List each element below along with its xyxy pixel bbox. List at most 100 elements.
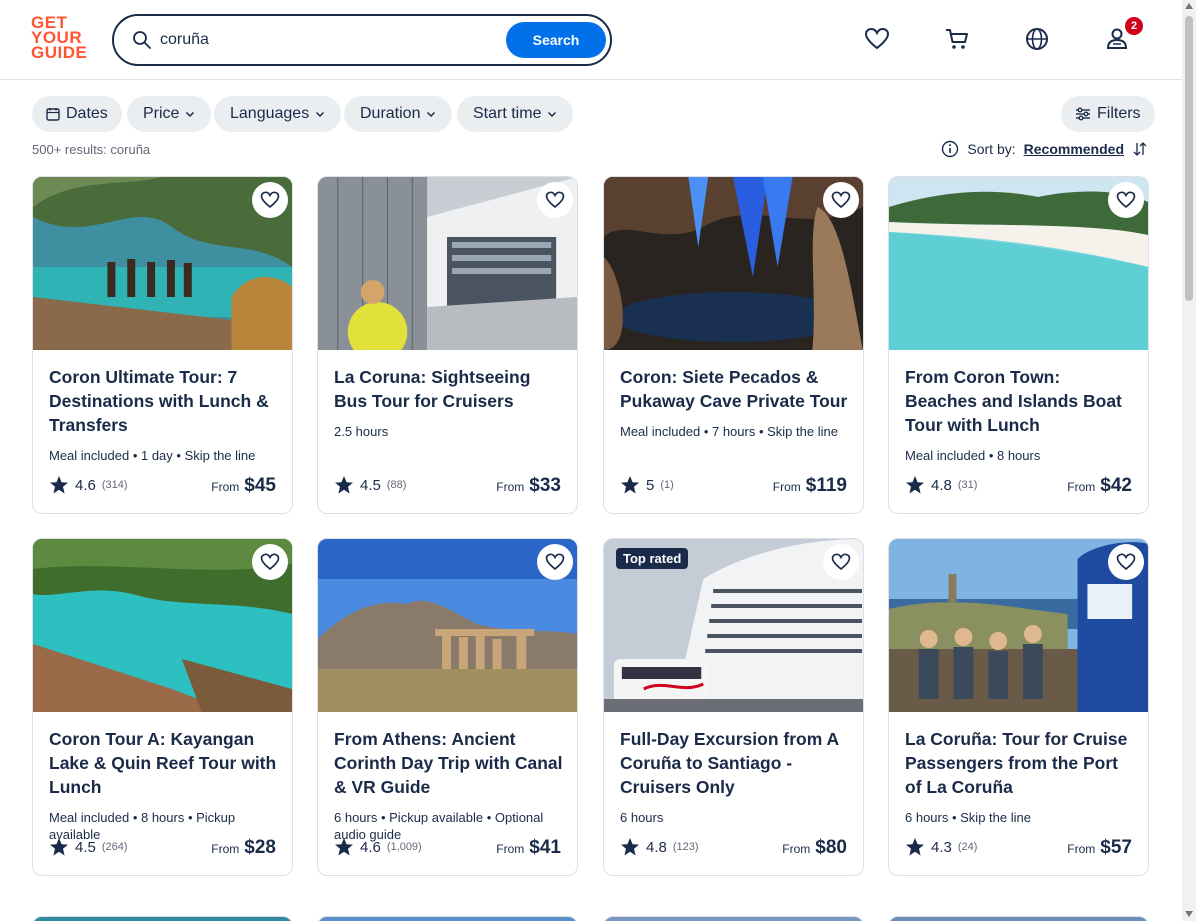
review-count: (264) bbox=[101, 841, 128, 853]
page-scrollbar[interactable] bbox=[1182, 0, 1196, 921]
filter-start-time[interactable]: Start time bbox=[457, 96, 574, 132]
globe-icon[interactable] bbox=[1024, 26, 1050, 52]
cart-icon[interactable] bbox=[944, 26, 970, 52]
activity-title[interactable]: La Coruña: Tour for Cruise Passengers fr… bbox=[905, 727, 1137, 799]
getyourguide-logo[interactable]: GET YOUR GUIDE bbox=[31, 14, 91, 65]
add-to-wishlist-button[interactable] bbox=[823, 544, 859, 580]
info-icon[interactable] bbox=[941, 140, 959, 158]
review-count: (123) bbox=[672, 841, 699, 853]
add-to-wishlist-button[interactable] bbox=[1108, 544, 1144, 580]
star-icon bbox=[906, 476, 924, 494]
activity-card[interactable]: La Coruña: Tour for Cruise Passengers fr… bbox=[888, 538, 1149, 876]
activity-price: From $33 bbox=[496, 475, 561, 497]
add-to-wishlist-button[interactable] bbox=[1108, 182, 1144, 218]
sort-control[interactable]: Sort by: Recommended bbox=[941, 140, 1148, 158]
activity-rating: 4.8 (31) bbox=[905, 475, 977, 495]
activity-card[interactable]: Top rated Full-Day Excursion from A Coru… bbox=[603, 538, 864, 876]
sort-label: Sort by: bbox=[967, 141, 1016, 157]
activity-card[interactable]: La Coruna: Sightseeing Bus Tour for Crui… bbox=[317, 176, 578, 514]
activity-title[interactable]: La Coruna: Sightseeing Bus Tour for Crui… bbox=[334, 365, 566, 413]
search-button[interactable]: Search bbox=[506, 22, 606, 58]
activity-card[interactable]: From Coron Town: Beaches and Islands Boa… bbox=[888, 176, 1149, 514]
filter-dates[interactable]: Dates bbox=[32, 96, 122, 132]
filter-price[interactable]: Price bbox=[127, 96, 212, 132]
activity-card-partial[interactable] bbox=[32, 916, 293, 921]
activity-title[interactable]: Full-Day Excursion from A Coruña to Sant… bbox=[620, 727, 852, 799]
filter-duration[interactable]: Duration bbox=[344, 96, 453, 132]
activity-meta: Meal included • 1 day • Skip the line bbox=[49, 448, 256, 463]
star-icon bbox=[335, 838, 353, 856]
add-to-wishlist-button[interactable] bbox=[252, 544, 288, 580]
review-count: (1) bbox=[660, 479, 674, 491]
add-to-wishlist-button[interactable] bbox=[252, 182, 288, 218]
heart-icon bbox=[1116, 191, 1136, 208]
activity-card[interactable]: From Athens: Ancient Corinth Day Trip wi… bbox=[317, 538, 578, 876]
activity-title[interactable]: Coron Ultimate Tour: 7 Destinations with… bbox=[49, 365, 281, 437]
activity-card-partial[interactable] bbox=[888, 916, 1149, 921]
price-amount: $41 bbox=[529, 837, 561, 858]
rating-value: 4.8 bbox=[931, 476, 952, 494]
add-to-wishlist-button[interactable] bbox=[823, 182, 859, 218]
heart-icon bbox=[831, 191, 851, 208]
scroll-thumb[interactable] bbox=[1185, 16, 1193, 301]
sort-value[interactable]: Recommended bbox=[1024, 141, 1124, 157]
scroll-down-arrow-icon[interactable] bbox=[1185, 911, 1193, 917]
price-amount: $33 bbox=[529, 475, 561, 496]
activity-title[interactable]: Coron: Siete Pecados & Pukaway Cave Priv… bbox=[620, 365, 852, 413]
filter-label: Languages bbox=[230, 105, 310, 122]
activity-meta: Meal included • 7 hours • Skip the line bbox=[620, 424, 838, 439]
activity-price: From $28 bbox=[211, 837, 276, 859]
activity-rating: 4.5 (264) bbox=[49, 837, 128, 857]
rating-value: 4.6 bbox=[360, 838, 381, 856]
activity-price: From $80 bbox=[782, 837, 847, 859]
heart-icon bbox=[260, 553, 280, 570]
price-amount: $28 bbox=[244, 837, 276, 858]
rating-value: 4.5 bbox=[75, 838, 96, 856]
chevron-down-icon bbox=[548, 111, 557, 118]
star-icon bbox=[906, 838, 924, 856]
cart-count-badge: 2 bbox=[1125, 17, 1143, 35]
rating-value: 4.8 bbox=[646, 838, 667, 856]
rating-value: 4.6 bbox=[75, 476, 96, 494]
activity-card-partial[interactable] bbox=[317, 916, 578, 921]
activity-card[interactable]: Coron: Siete Pecados & Pukaway Cave Priv… bbox=[603, 176, 864, 514]
filter-languages[interactable]: Languages bbox=[214, 96, 342, 132]
activity-title[interactable]: Coron Tour A: Kayangan Lake & Quin Reef … bbox=[49, 727, 281, 799]
review-count: (88) bbox=[386, 479, 407, 491]
filters-button[interactable]: Filters bbox=[1061, 96, 1155, 132]
activity-price: From $57 bbox=[1067, 837, 1132, 859]
price-amount: $42 bbox=[1100, 475, 1132, 496]
activity-rating: 4.8 (123) bbox=[620, 837, 699, 857]
activity-card[interactable]: Coron Ultimate Tour: 7 Destinations with… bbox=[32, 176, 293, 514]
activity-title[interactable]: From Coron Town: Beaches and Islands Boa… bbox=[905, 365, 1137, 437]
activity-rating: 4.3 (24) bbox=[905, 837, 977, 857]
star-icon bbox=[50, 838, 68, 856]
price-amount: $45 bbox=[244, 475, 276, 496]
search-input[interactable] bbox=[160, 26, 500, 54]
search-bar: Search bbox=[112, 14, 612, 66]
star-icon bbox=[50, 476, 68, 494]
chevron-down-icon bbox=[427, 111, 436, 118]
add-to-wishlist-button[interactable] bbox=[537, 182, 573, 218]
filter-label: Start time bbox=[473, 105, 542, 122]
price-prefix: From bbox=[211, 480, 240, 494]
chevron-down-icon bbox=[316, 111, 325, 118]
review-count: (1,009) bbox=[386, 841, 422, 853]
wishlist-heart-icon[interactable] bbox=[864, 26, 890, 52]
results-count: 500+ results: coruña bbox=[32, 142, 151, 157]
review-count: (314) bbox=[101, 479, 128, 491]
chevron-down-icon bbox=[186, 111, 195, 118]
sort-arrows-icon[interactable] bbox=[1132, 141, 1148, 157]
star-icon bbox=[335, 476, 353, 494]
price-prefix: From bbox=[496, 842, 525, 856]
add-to-wishlist-button[interactable] bbox=[537, 544, 573, 580]
activity-card-partial[interactable] bbox=[603, 916, 864, 921]
top-header: GET YOUR GUIDE Search 2 bbox=[0, 0, 1182, 80]
heart-icon bbox=[545, 191, 565, 208]
activity-title[interactable]: From Athens: Ancient Corinth Day Trip wi… bbox=[334, 727, 566, 799]
activity-card[interactable]: Coron Tour A: Kayangan Lake & Quin Reef … bbox=[32, 538, 293, 876]
scroll-up-arrow-icon[interactable] bbox=[1185, 3, 1193, 9]
activity-photo bbox=[318, 917, 577, 921]
activity-meta: Meal included • 8 hours bbox=[905, 448, 1041, 463]
price-prefix: From bbox=[1067, 842, 1096, 856]
